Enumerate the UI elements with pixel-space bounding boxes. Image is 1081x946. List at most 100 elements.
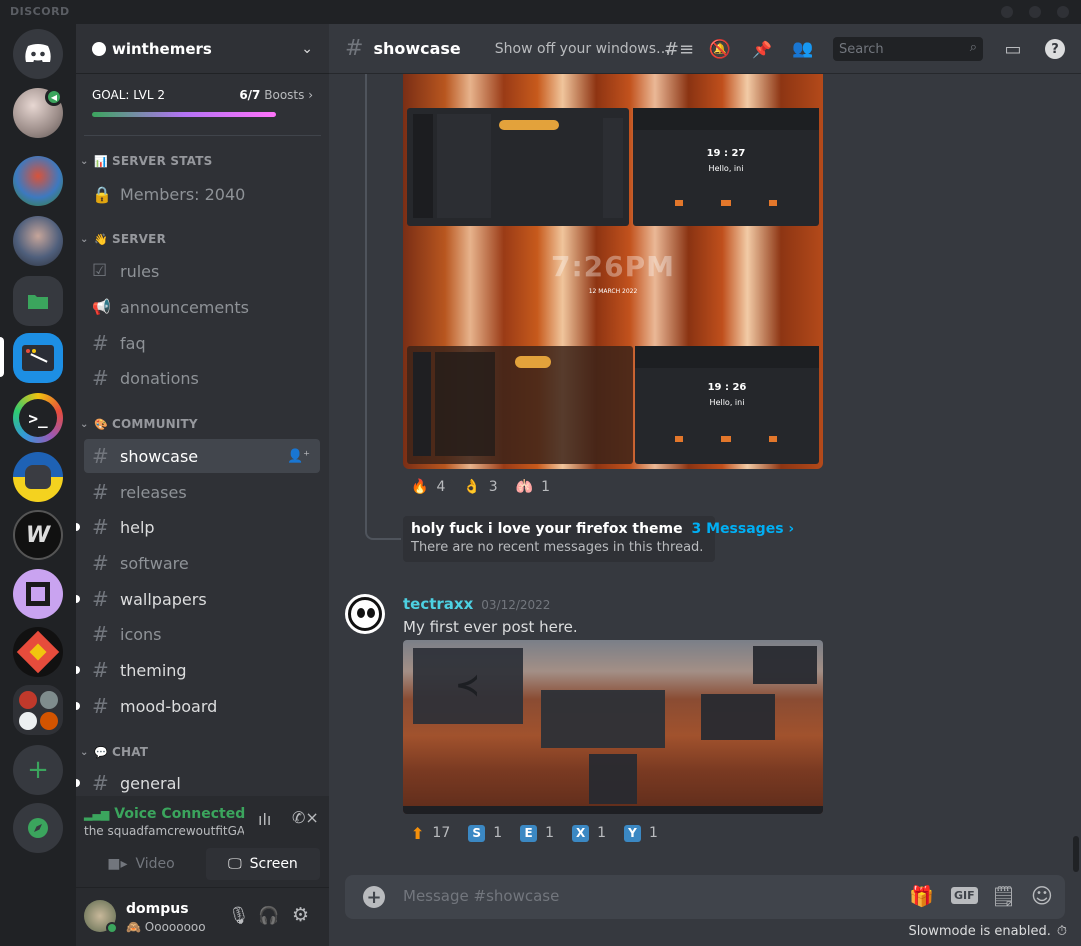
chat-header: # showcase Show off your windows ric... … xyxy=(329,24,1081,74)
threads-icon[interactable]: #≡ xyxy=(664,38,694,60)
search-input[interactable]: Search ⌕ xyxy=(833,37,983,61)
showcase-image-2[interactable]: ≺ xyxy=(403,640,823,814)
w-server-icon[interactable]: W xyxy=(13,510,63,560)
gear-icon[interactable]: ⚙ xyxy=(292,904,309,926)
maximize-button[interactable] xyxy=(1029,6,1041,18)
thread-preview[interactable]: holy fuck i love your firefox theme 3 Me… xyxy=(403,516,794,562)
channel-members[interactable]: 🔒 Members: 2040 xyxy=(84,177,320,211)
speaker-icon: ◀ xyxy=(45,88,63,106)
hash-icon: # xyxy=(92,444,109,468)
emoji-icon[interactable]: ☺ xyxy=(1031,884,1053,908)
channel-announcements[interactable]: 📢 announcements xyxy=(84,290,320,324)
plus-icon: + xyxy=(366,886,382,908)
channel-showcase[interactable]: # showcase 👤⁺ xyxy=(84,439,320,473)
reaction-s[interactable]: S1 xyxy=(460,821,510,845)
window-controls xyxy=(1001,6,1069,18)
server-badge-icon xyxy=(92,41,106,56)
reaction-fire[interactable]: 🔥 4 xyxy=(403,475,453,499)
letter-s-icon: S xyxy=(468,824,486,842)
desktop-date: 12 MARCH 2022 xyxy=(588,288,638,295)
terminal-server-icon[interactable]: >_ xyxy=(13,393,63,443)
server-icon-1[interactable] xyxy=(13,156,63,206)
sticker-icon[interactable]: 🗒 xyxy=(991,884,1016,908)
reactions-row-1: 🔥 4 👌 3 🫁 1 xyxy=(403,475,560,499)
channel-donations[interactable]: # donations xyxy=(84,361,320,395)
gif-button[interactable]: GIF xyxy=(951,887,978,904)
reaction-up-arrow[interactable]: ⬆ 17 xyxy=(403,821,458,845)
member-list-icon[interactable]: 👥 xyxy=(792,38,814,60)
channel-icons[interactable]: # icons xyxy=(84,617,320,651)
channel-help[interactable]: # help xyxy=(76,510,320,544)
hash-icon: # xyxy=(92,331,109,355)
greeting-text-2: Hello, ini xyxy=(709,398,745,407)
channel-releases[interactable]: # releases xyxy=(84,475,320,509)
channel-topic[interactable]: Show off your windows ric... xyxy=(495,41,671,57)
message-input[interactable]: Message #showcase xyxy=(403,887,559,905)
headphones-icon[interactable]: 🎧 xyxy=(258,906,279,926)
cat-server-icon[interactable] xyxy=(13,452,63,502)
boost-goal[interactable]: GOAL: LVL 2 6/7 Boosts › xyxy=(76,74,329,125)
screen-share-button[interactable]: 🖵 Screen xyxy=(206,848,320,880)
category-server[interactable]: ⌄ 👋 SERVER xyxy=(80,232,166,246)
boost-progress-bar xyxy=(92,112,276,117)
noise-suppression-icon[interactable]: ılı xyxy=(258,810,271,829)
reaction-x[interactable]: X1 xyxy=(564,821,614,845)
inbox-icon[interactable]: ▭ xyxy=(1002,38,1024,60)
file-window xyxy=(753,646,817,684)
minimize-button[interactable] xyxy=(1001,6,1013,18)
channel-general[interactable]: # general xyxy=(76,766,320,800)
screen-share-icon: 🖵 xyxy=(228,856,242,872)
online-status-indicator xyxy=(106,922,118,934)
voice-channel-name[interactable]: the squadfamcrewoutfitGA... xyxy=(84,824,244,838)
reaction-ok-hand[interactable]: 👌 3 xyxy=(455,475,505,499)
channel-rules[interactable]: ☑ rules xyxy=(84,254,320,288)
category-server-stats[interactable]: ⌄ 📊 SERVER STATS xyxy=(80,154,212,168)
thread-status: There are no recent messages in this thr… xyxy=(411,540,704,555)
mute-bell-icon[interactable]: 🔕 xyxy=(709,38,731,60)
message-author[interactable]: tectraxx xyxy=(403,595,473,613)
gift-icon[interactable]: 🎁 xyxy=(909,884,934,908)
voice-panel: ▂▄▆ Voice Connected the squadfamcrewoutf… xyxy=(76,796,329,888)
square-server-icon[interactable] xyxy=(13,569,63,619)
explore-servers-button[interactable] xyxy=(13,803,63,853)
compass-icon xyxy=(28,818,48,838)
help-icon[interactable]: ? xyxy=(1044,38,1066,60)
chevron-down-icon: ⌄ xyxy=(301,40,313,57)
server-icon-2[interactable] xyxy=(13,216,63,266)
disconnect-icon[interactable]: ✆× xyxy=(292,808,319,827)
window-logo-icon xyxy=(22,345,54,371)
showcase-image-1[interactable]: 19 : 27 Hello, ini 7:26PM 12 MARCH 2022 … xyxy=(403,74,823,469)
home-button[interactable] xyxy=(13,29,63,79)
server-folder[interactable] xyxy=(13,276,63,326)
winthemers-server-icon[interactable] xyxy=(13,333,63,383)
video-button[interactable]: ■▸ Video xyxy=(84,848,198,880)
add-server-button[interactable]: + xyxy=(13,745,63,795)
category-chat[interactable]: ⌄ 💬 CHAT xyxy=(80,745,148,759)
unread-indicator xyxy=(76,523,80,531)
reaction-y[interactable]: Y1 xyxy=(616,821,666,845)
reaction-e[interactable]: E1 xyxy=(512,821,562,845)
reaction-lungs[interactable]: 🫁 1 xyxy=(508,475,558,499)
avatar[interactable] xyxy=(345,594,385,634)
server-header[interactable]: winthemers ⌄ xyxy=(76,24,329,74)
microphone-icon[interactable]: 🎙 xyxy=(228,906,250,926)
scrollbar-thumb[interactable] xyxy=(1073,836,1079,872)
pin-icon[interactable]: 📌 xyxy=(751,38,773,60)
voice-status[interactable]: ▂▄▆ Voice Connected xyxy=(84,806,245,822)
close-button[interactable] xyxy=(1057,6,1069,18)
channel-theming[interactable]: # theming xyxy=(76,653,320,687)
upload-button[interactable]: + xyxy=(363,886,385,908)
channel-faq[interactable]: # faq xyxy=(84,326,320,360)
create-invite-icon[interactable]: 👤⁺ xyxy=(287,449,310,464)
channel-software[interactable]: # software xyxy=(84,546,320,580)
preview-firefox-window: 19 : 27 Hello, ini xyxy=(633,108,819,226)
lock-icon: 🔒 xyxy=(92,184,112,204)
thread-messages-link[interactable]: 3 Messages › xyxy=(692,521,795,537)
user-panel: dompus 🙈 Oooooooo 🎙 🎧 ⚙ xyxy=(76,888,329,946)
octagon-server-icon[interactable] xyxy=(13,627,63,677)
category-community[interactable]: ⌄ 🎨 COMMUNITY xyxy=(80,417,198,431)
folder-server-icon[interactable] xyxy=(13,685,63,735)
stopwatch-icon: ⏱ xyxy=(1056,924,1067,939)
channel-wallpapers[interactable]: # wallpapers xyxy=(76,582,320,616)
channel-mood-board[interactable]: # mood-board xyxy=(76,689,320,723)
